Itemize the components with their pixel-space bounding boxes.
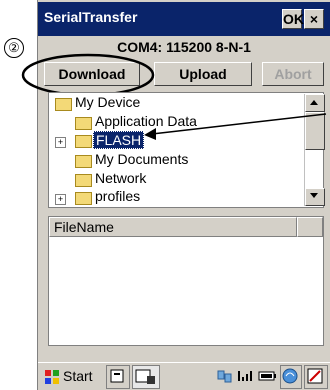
battery-icon[interactable] <box>258 368 278 384</box>
start-button[interactable]: Start <box>42 367 100 387</box>
folder-icon <box>75 135 92 148</box>
tree-item-my-documents[interactable]: My Documents <box>95 151 188 167</box>
window-title: SerialTransfer <box>44 9 138 25</box>
start-label: Start <box>63 368 93 384</box>
tree-item-network[interactable]: Network <box>95 170 146 186</box>
keyboard-icon <box>110 369 124 383</box>
arrow-down-icon <box>310 193 318 198</box>
network-icon[interactable] <box>216 367 234 385</box>
arrow-up-icon <box>310 100 318 105</box>
windows-flag-icon <box>45 370 59 384</box>
tree-item-flash[interactable]: FLASH <box>93 131 145 149</box>
input-panel-icon[interactable] <box>106 365 130 389</box>
folder-icon <box>75 174 92 187</box>
app-task-icon[interactable] <box>132 365 160 389</box>
expand-icon[interactable]: + <box>55 194 66 205</box>
folder-icon <box>75 155 92 168</box>
close-button[interactable]: × <box>304 9 324 29</box>
tree-item-profiles[interactable]: profiles <box>95 188 140 204</box>
browser-icon[interactable] <box>280 365 302 389</box>
folder-icon <box>75 117 92 130</box>
globe-icon <box>282 368 298 384</box>
expand-icon[interactable]: + <box>55 137 66 148</box>
ok-button[interactable]: OK <box>282 9 304 29</box>
notes-icon[interactable] <box>304 365 328 389</box>
filename-column-header[interactable]: FileName <box>49 217 297 237</box>
folder-icon <box>55 98 72 111</box>
annotation-arrow <box>144 113 327 140</box>
scroll-down-button[interactable] <box>305 188 325 206</box>
abort-button: Abort <box>262 62 324 86</box>
upload-button[interactable]: Upload <box>154 62 252 86</box>
folder-icon <box>75 192 92 205</box>
tree-item-my-device[interactable]: My Device <box>75 94 140 110</box>
terminal-icon <box>135 369 155 384</box>
signal-icon[interactable] <box>236 367 254 385</box>
pencil-icon <box>307 368 323 384</box>
column-header-filler <box>297 217 323 237</box>
